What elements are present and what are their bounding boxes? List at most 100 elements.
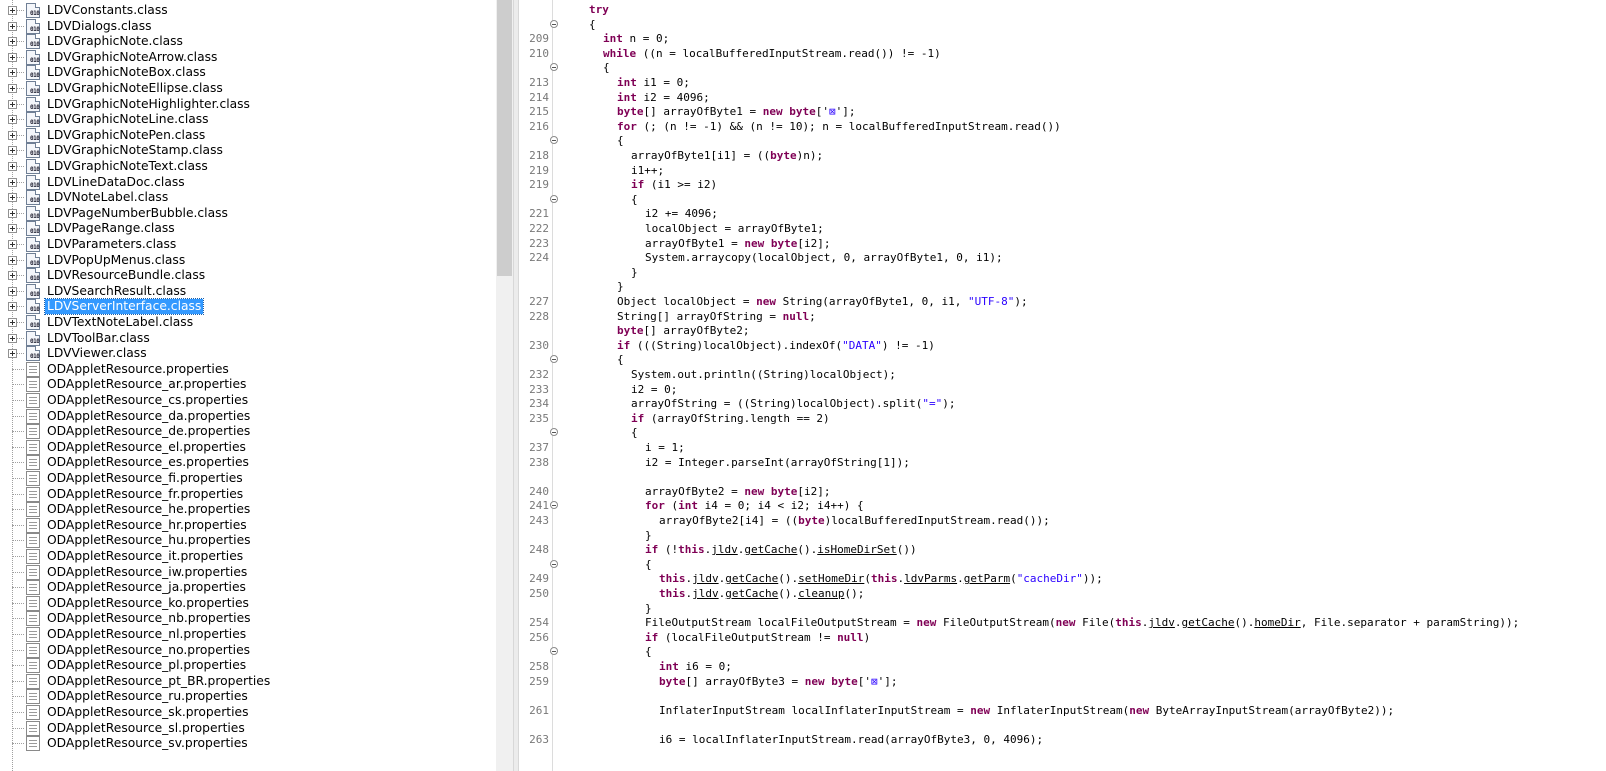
tree-item-label[interactable]: LDVLineDataDoc.class [45,175,187,190]
tree-item-label[interactable]: LDVGraphicNoteArrow.class [45,50,219,65]
tree-item[interactable]: 010 LDVPageRange.class [0,221,496,237]
expand-icon[interactable] [8,224,17,234]
code-text[interactable]: { [631,192,638,207]
tree-item[interactable]: ODAppletResource_sv.properties [0,736,496,752]
expand-icon[interactable] [8,240,17,249]
member-link[interactable]: homeDir [1254,616,1300,629]
tree-item-label[interactable]: LDVToolBar.class [45,331,152,346]
code-text[interactable]: byte[] arrayOfByte2; [617,323,749,338]
code-text[interactable]: { [603,60,610,75]
expand-icon[interactable] [8,208,17,218]
tree-item-label[interactable]: ODAppletResource_fr.properties [45,487,245,502]
expand-icon[interactable] [8,84,17,93]
tree-item-label[interactable]: ODAppletResource_no.properties [45,643,252,658]
tree-item-label[interactable]: ODAppletResource.properties [45,362,231,377]
tree-item-label[interactable]: LDVPageRange.class [45,221,177,236]
code-text[interactable]: { [589,17,596,32]
tree-item-label[interactable]: ODAppletResource_es.properties [45,455,251,470]
tree-item-label[interactable]: ODAppletResource_sk.properties [45,705,251,720]
tree-item[interactable]: ODAppletResource_da.properties [0,408,496,425]
tree-item-label[interactable]: LDVResourceBundle.class [45,268,207,283]
tree-item[interactable]: 010 LDVPopUpMenus.class [0,252,496,269]
tree-item[interactable]: ODAppletResource_cs.properties [0,393,496,409]
code-text[interactable]: { [645,557,652,572]
tree-item[interactable]: ODAppletResource_fr.properties [0,486,496,503]
code-text[interactable]: } [645,528,652,543]
code-text[interactable]: i2 = 0; [631,382,677,397]
code-text[interactable]: i2 += 4096; [645,206,718,221]
tree-item-label[interactable]: LDVGraphicNoteBox.class [45,65,208,80]
tree-item[interactable]: 010 LDVGraphicNoteLine.class [0,112,496,128]
tree-item[interactable]: ODAppletResource_sk.properties [0,705,496,721]
collapse-icon[interactable] [550,559,558,568]
tree-item[interactable]: ODAppletResource_he.properties [0,502,496,518]
tree-item[interactable]: ODAppletResource_pt_BR.properties [0,673,496,690]
code-text[interactable]: } [617,279,624,294]
collapse-icon[interactable] [550,647,558,656]
tree-item-label[interactable]: LDVGraphicNoteLine.class [45,112,211,127]
tree-scrollbar[interactable] [496,0,513,771]
member-link[interactable]: ldvParms [904,572,957,585]
tree-item[interactable]: 010 LDVViewer.class [0,346,496,362]
code-text[interactable]: this.jldv.getCache().cleanup(); [659,586,864,601]
member-link[interactable]: isHomeDirSet [817,543,896,556]
expand-icon[interactable] [8,37,17,47]
code-text[interactable]: System.out.println((String)localObject); [631,367,896,382]
code-text[interactable]: arrayOfByte1[i1] = ((byte)n); [631,148,823,163]
collapse-icon[interactable] [550,19,558,28]
tree-item[interactable]: ODAppletResource_nl.properties [0,627,496,643]
expand-icon[interactable] [8,21,17,31]
collapse-icon[interactable] [550,355,558,364]
member-link[interactable]: getCache [744,543,797,556]
tree-item-label[interactable]: LDVPageNumberBubble.class [45,206,230,221]
code-text[interactable]: } [631,265,638,280]
expand-icon[interactable] [8,177,17,187]
expand-icon[interactable] [8,68,17,78]
collapse-icon[interactable] [550,501,558,510]
tree-item[interactable]: 010 LDVGraphicNoteBox.class [0,65,496,81]
tree-item-label[interactable]: ODAppletResource_iw.properties [45,565,249,580]
code-text[interactable]: localObject = arrayOfByte1; [645,221,824,236]
expand-icon[interactable] [8,286,17,296]
member-link[interactable]: getCache [725,572,778,585]
code-text[interactable]: this.jldv.getCache().setHomeDir(this.ldv… [659,571,1103,586]
tree-item-label[interactable]: ODAppletResource_sv.properties [45,736,250,751]
collapse-icon[interactable] [550,63,558,72]
tree-item[interactable]: 010 LDVConstants.class [0,3,496,19]
code-text[interactable]: { [645,644,652,659]
tree-item-label[interactable]: LDVTextNoteLabel.class [45,315,195,330]
tree-item-label[interactable]: ODAppletResource_nl.properties [45,627,248,642]
tree-item[interactable]: ODAppletResource_fi.properties [0,471,496,487]
tree-item[interactable]: ODAppletResource_ar.properties [0,377,496,393]
tree-item-label[interactable]: LDVGraphicNoteEllipse.class [45,81,225,96]
tree-item[interactable]: 010 LDVDialogs.class [0,18,496,35]
member-link[interactable]: getCache [1182,616,1235,629]
expand-icon[interactable] [8,146,17,156]
expand-icon[interactable] [8,6,17,15]
tree-item-label[interactable]: ODAppletResource_pl.properties [45,658,248,673]
tree-item-label[interactable]: ODAppletResource_nb.properties [45,611,253,626]
code-text[interactable]: int i2 = 4096; [617,90,710,105]
tree-item[interactable]: ODAppletResource_ja.properties [0,580,496,596]
tree-scrollbar-thumb[interactable] [497,0,512,276]
collapse-icon[interactable] [550,136,558,145]
tree-item[interactable]: 010 LDVGraphicNoteArrow.class [0,49,496,66]
code-text[interactable]: arrayOfString = ((String)localObject).sp… [631,396,956,411]
tree-item[interactable]: 010 LDVSearchResult.class [0,283,496,300]
code-text[interactable]: Object localObject = new String(arrayOfB… [617,294,1028,309]
tree-item-label[interactable]: ODAppletResource_de.properties [45,424,252,439]
member-link[interactable]: getCache [725,587,778,600]
tree-item[interactable]: ODAppletResource_de.properties [0,424,496,440]
tree-item[interactable]: 010 LDVGraphicNoteEllipse.class [0,81,496,97]
tree-item[interactable]: ODAppletResource_pl.properties [0,658,496,674]
tree-item-label[interactable]: ODAppletResource_he.properties [45,502,252,517]
tree-item[interactable]: ODAppletResource_nb.properties [0,611,496,627]
tree-item-label[interactable]: ODAppletResource_it.properties [45,549,245,564]
code-text[interactable]: { [617,133,624,148]
tree-item[interactable]: ODAppletResource_iw.properties [0,564,496,581]
expand-icon[interactable] [8,271,17,281]
code-text[interactable]: if (arrayOfString.length == 2) [631,411,830,426]
tree-item-label[interactable]: ODAppletResource_el.properties [45,440,248,455]
tree-item-label[interactable]: ODAppletResource_da.properties [45,409,252,424]
expand-icon[interactable] [8,193,17,203]
